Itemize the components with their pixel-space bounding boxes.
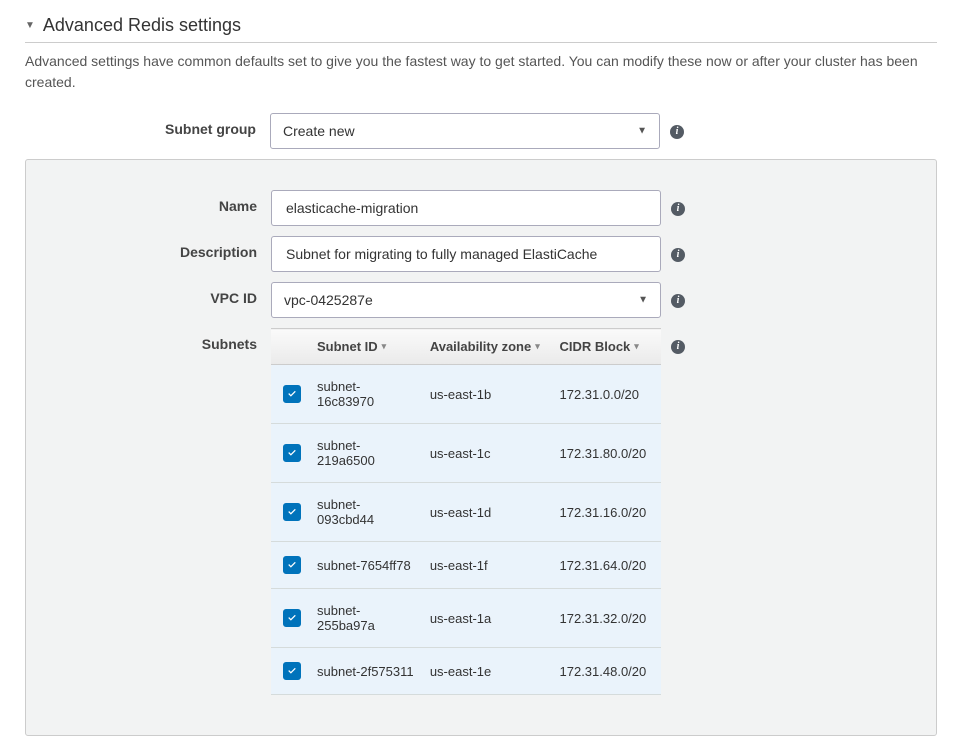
row-checkbox[interactable] [283,609,301,627]
az-cell: us-east-1c [422,424,552,483]
subnet-group-create-panel: Name i Description i VPC ID vpc-0425287e… [25,159,937,736]
info-icon[interactable]: i [671,340,685,354]
row-checkbox[interactable] [283,503,301,521]
description-input[interactable] [284,245,648,263]
subnet-group-value: Create new [283,123,355,139]
sort-icon: ▾ [382,341,387,352]
cidr-cell: 172.31.80.0/20 [552,424,662,483]
cidr-cell: 172.31.64.0/20 [552,542,662,589]
az-cell: us-east-1f [422,542,552,589]
az-cell: us-east-1d [422,483,552,542]
subnet-id-cell: subnet-7654ff78 [309,542,422,589]
az-cell: us-east-1b [422,365,552,424]
az-cell: us-east-1e [422,648,552,695]
row-checkbox[interactable] [283,556,301,574]
subnet-id-cell: subnet-16c83970 [309,365,422,424]
name-input-wrapper [271,190,661,226]
table-row[interactable]: subnet-7654ff78us-east-1f172.31.64.0/20 [271,542,661,589]
table-row[interactable]: subnet-219a6500us-east-1c172.31.80.0/20 [271,424,661,483]
table-row[interactable]: subnet-16c83970us-east-1b172.31.0.0/20 [271,365,661,424]
cidr-cell: 172.31.48.0/20 [552,648,662,695]
subnet-group-select[interactable]: Create new ▼ [270,113,660,149]
table-row[interactable]: subnet-2f575311us-east-1e172.31.48.0/20 [271,648,661,695]
az-cell: us-east-1a [422,589,552,648]
chevron-down-icon: ▼ [637,126,647,137]
col-availability-zone[interactable]: Availability zone▾ [422,329,552,365]
description-input-wrapper [271,236,661,272]
vpc-id-label: VPC ID [26,282,271,306]
table-row[interactable]: subnet-093cbd44us-east-1d172.31.16.0/20 [271,483,661,542]
row-checkbox[interactable] [283,385,301,403]
subnet-id-cell: subnet-093cbd44 [309,483,422,542]
col-cidr-block[interactable]: CIDR Block▾ [552,329,662,365]
collapse-caret-icon: ▼ [25,20,35,31]
info-icon[interactable]: i [671,294,685,308]
sort-icon: ▾ [535,341,540,352]
vpc-id-value: vpc-0425287e [284,292,373,308]
row-checkbox[interactable] [283,662,301,680]
row-checkbox[interactable] [283,444,301,462]
description-label: Description [26,236,271,260]
sort-icon: ▾ [634,341,639,352]
section-description: Advanced settings have common defaults s… [25,51,937,93]
info-icon[interactable]: i [671,202,685,216]
section-header[interactable]: ▼ Advanced Redis settings [25,15,937,43]
table-row[interactable]: subnet-255ba97aus-east-1a172.31.32.0/20 [271,589,661,648]
info-icon[interactable]: i [670,125,684,139]
chevron-down-icon: ▼ [638,295,648,306]
subnet-id-cell: subnet-2f575311 [309,648,422,695]
subnet-id-cell: subnet-255ba97a [309,589,422,648]
col-subnet-id[interactable]: Subnet ID▾ [309,329,422,365]
vpc-id-select[interactable]: vpc-0425287e ▼ [271,282,661,318]
cidr-cell: 172.31.0.0/20 [552,365,662,424]
section-title: Advanced Redis settings [43,15,241,36]
cidr-cell: 172.31.32.0/20 [552,589,662,648]
subnets-table: Subnet ID▾ Availability zone▾ CIDR Block… [271,328,661,695]
name-input[interactable] [284,199,648,217]
name-label: Name [26,190,271,214]
col-checkbox [271,329,309,365]
subnets-label: Subnets [26,328,271,352]
subnet-id-cell: subnet-219a6500 [309,424,422,483]
info-icon[interactable]: i [671,248,685,262]
subnet-group-label: Subnet group [25,113,270,137]
cidr-cell: 172.31.16.0/20 [552,483,662,542]
